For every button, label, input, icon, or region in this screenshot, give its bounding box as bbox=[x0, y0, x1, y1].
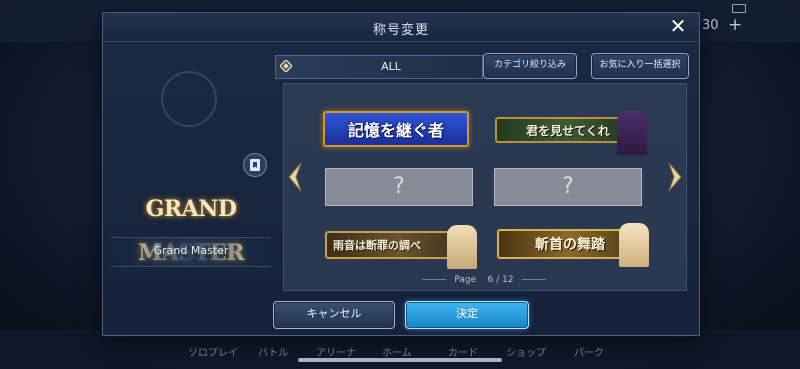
avatar bbox=[161, 71, 217, 127]
nav-card[interactable]: カード bbox=[448, 344, 478, 359]
locked-title-card[interactable]: ? bbox=[494, 168, 642, 206]
diamond-icon bbox=[280, 60, 292, 72]
character-portrait bbox=[617, 111, 647, 155]
nav-solo-play[interactable]: ソロプレイ bbox=[188, 344, 238, 359]
title-card[interactable]: 君を見せてくれ bbox=[495, 111, 647, 155]
nav-shop[interactable]: ショップ bbox=[506, 344, 546, 359]
chevron-right-icon[interactable] bbox=[665, 161, 685, 193]
divider bbox=[521, 279, 546, 280]
category-filter-button[interactable]: カテゴリ絞り込み bbox=[483, 53, 577, 79]
favorites-select-button[interactable]: お気に入り一括選択 bbox=[591, 53, 689, 79]
page-label: Page bbox=[454, 275, 477, 285]
close-icon[interactable]: ✕ bbox=[667, 15, 689, 37]
nav-home[interactable]: ホーム bbox=[382, 344, 412, 359]
current-title-name: Grand Master bbox=[153, 244, 229, 257]
title-change-dialog: 称号変更 ✕ GRAND MASTER Grand Master ALL カテゴ… bbox=[102, 12, 700, 336]
category-label: ALL bbox=[381, 60, 401, 73]
battery-icon bbox=[732, 4, 746, 13]
bookmark-icon[interactable] bbox=[243, 153, 267, 177]
confirm-button[interactable]: 決定 bbox=[405, 301, 529, 329]
chevron-left-icon[interactable] bbox=[285, 161, 305, 193]
page-indicator: Page 6 / 12 bbox=[283, 275, 685, 285]
locked-title-card[interactable]: ? bbox=[325, 168, 473, 206]
cancel-button[interactable]: キャンセル bbox=[273, 301, 395, 329]
nav-park[interactable]: パーク bbox=[574, 344, 604, 359]
current-title-logo: GRAND MASTER bbox=[138, 196, 244, 266]
add-resource-icon[interactable]: + bbox=[728, 15, 742, 35]
title-card[interactable]: 記憶を継ぐ者 bbox=[323, 111, 469, 147]
page-total: 12 bbox=[502, 275, 514, 285]
title-text: 記憶を継ぐ者 bbox=[347, 121, 444, 140]
nav-battle[interactable]: バトル bbox=[258, 344, 288, 359]
current-title-name-box: Grand Master bbox=[111, 237, 271, 267]
title-card[interactable]: 雨音は断罪の調べ bbox=[325, 225, 477, 269]
character-portrait bbox=[619, 223, 649, 267]
dialog-header: 称号変更 ✕ bbox=[103, 13, 699, 42]
title-card[interactable]: 斬首の舞踏 bbox=[497, 223, 649, 267]
category-bar[interactable]: ALL bbox=[275, 55, 483, 79]
current-title-pane: GRAND MASTER Grand Master bbox=[103, 41, 277, 301]
page-current: 6 bbox=[487, 275, 494, 285]
nav-arena[interactable]: アリーナ bbox=[316, 344, 356, 359]
divider bbox=[422, 279, 447, 280]
dialog-title: 称号変更 bbox=[372, 23, 429, 38]
resource-count: 30 bbox=[702, 18, 719, 33]
character-portrait bbox=[447, 225, 477, 269]
page-sep: / bbox=[496, 275, 500, 285]
home-indicator bbox=[298, 358, 502, 362]
